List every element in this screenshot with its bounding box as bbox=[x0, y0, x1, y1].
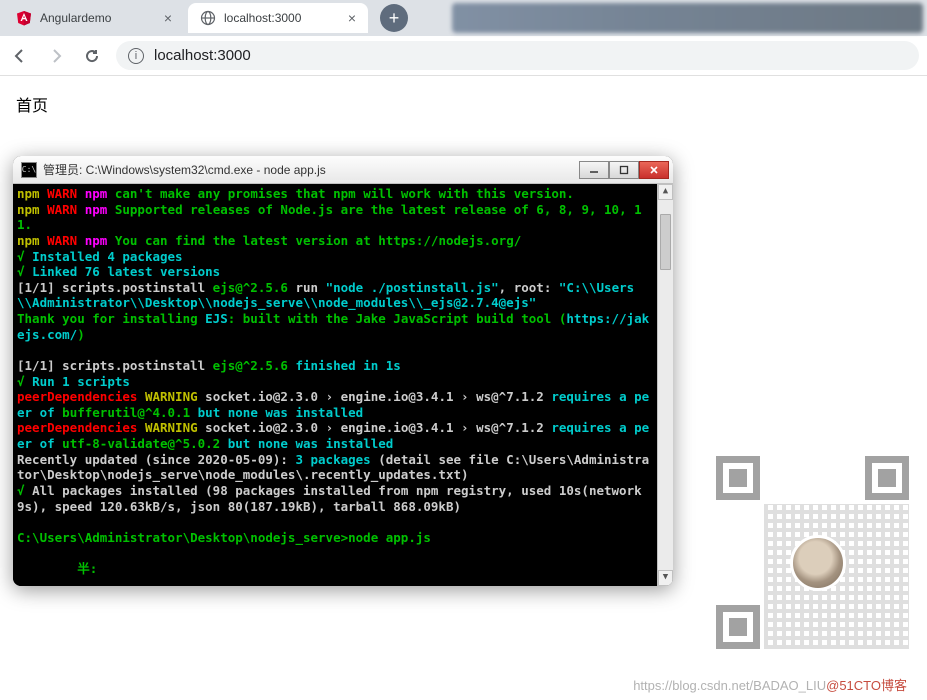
terminal-line bbox=[17, 342, 669, 358]
terminal-line: npm WARN npm You can find the latest ver… bbox=[17, 233, 669, 249]
page-content: 首页 bbox=[0, 76, 927, 132]
reload-button[interactable] bbox=[80, 44, 104, 68]
cmd-icon: C:\ bbox=[21, 162, 37, 178]
url-text: localhost:3000 bbox=[154, 47, 251, 64]
page-heading: 首页 bbox=[16, 92, 911, 116]
site-info-icon[interactable]: i bbox=[128, 48, 144, 64]
terminal-line bbox=[17, 545, 669, 561]
back-button[interactable] bbox=[8, 44, 32, 68]
new-tab-button[interactable]: + bbox=[380, 4, 408, 32]
terminal-line: 半: bbox=[17, 561, 669, 577]
terminal-line: √ Linked 76 latest versions bbox=[17, 264, 669, 280]
qr-watermark: https://blog.csdn.net/BADAO_LIU@51CTO博客 bbox=[687, 440, 927, 700]
close-icon[interactable]: × bbox=[348, 10, 356, 26]
qr-avatar bbox=[790, 535, 846, 591]
tab-title: Angulardemo bbox=[40, 11, 111, 25]
close-icon[interactable]: × bbox=[164, 10, 172, 26]
terminal-line: √ Run 1 scripts bbox=[17, 374, 669, 390]
terminal-line: npm WARN npm can't make any promises tha… bbox=[17, 186, 669, 202]
browser-toolbar: i localhost:3000 bbox=[0, 36, 927, 76]
terminal-line: [1/1] scripts.postinstall ejs@^2.5.6 fin… bbox=[17, 358, 669, 374]
tab-title: localhost:3000 bbox=[224, 11, 301, 25]
forward-button[interactable] bbox=[44, 44, 68, 68]
scrollbar-track[interactable] bbox=[658, 200, 673, 570]
tab-angulardemo[interactable]: Angulardemo × bbox=[4, 3, 184, 33]
globe-icon bbox=[200, 10, 216, 26]
terminal-line: C:\Users\Administrator\Desktop\nodejs_se… bbox=[17, 530, 669, 546]
cmd-output[interactable]: ▲ ▼ npm WARN npm can't make any promises… bbox=[13, 184, 673, 586]
scroll-up-button[interactable]: ▲ bbox=[658, 184, 673, 200]
watermark-text: https://blog.csdn.net/BADAO_LIU@51CTO博客 bbox=[633, 675, 907, 694]
cmd-window: C:\ 管理员: C:\Windows\system32\cmd.exe - n… bbox=[13, 156, 673, 586]
terminal-line: peerDependencies WARNING socket.io@2.3.0… bbox=[17, 389, 669, 420]
close-button[interactable] bbox=[639, 161, 669, 179]
maximize-button[interactable] bbox=[609, 161, 639, 179]
scrollbar-thumb[interactable] bbox=[660, 214, 671, 270]
terminal-line: npm WARN npm Supported releases of Node.… bbox=[17, 202, 669, 233]
terminal-line: √ All packages installed (98 packages in… bbox=[17, 483, 669, 514]
address-input[interactable]: i localhost:3000 bbox=[116, 41, 919, 70]
terminal-line: Recently updated (since 2020-05-09): 3 p… bbox=[17, 452, 669, 483]
scroll-down-button[interactable]: ▼ bbox=[658, 570, 673, 586]
angular-icon bbox=[16, 10, 32, 26]
browser-tabstrip: Angulardemo × localhost:3000 × + bbox=[0, 0, 927, 36]
terminal-line: Thank you for installing EJS: built with… bbox=[17, 311, 669, 342]
qr-code bbox=[710, 450, 915, 655]
terminal-line bbox=[17, 514, 669, 530]
terminal-line: peerDependencies WARNING socket.io@2.3.0… bbox=[17, 420, 669, 451]
scrollbar[interactable]: ▲ ▼ bbox=[657, 184, 673, 586]
background-window-blur bbox=[452, 3, 923, 33]
minimize-button[interactable] bbox=[579, 161, 609, 179]
terminal-line: √ Installed 4 packages bbox=[17, 249, 669, 265]
tab-localhost[interactable]: localhost:3000 × bbox=[188, 3, 368, 33]
terminal-line: [1/1] scripts.postinstall ejs@^2.5.6 run… bbox=[17, 280, 669, 311]
cmd-titlebar[interactable]: C:\ 管理员: C:\Windows\system32\cmd.exe - n… bbox=[13, 156, 673, 184]
cmd-title: 管理员: C:\Windows\system32\cmd.exe - node … bbox=[43, 161, 579, 178]
